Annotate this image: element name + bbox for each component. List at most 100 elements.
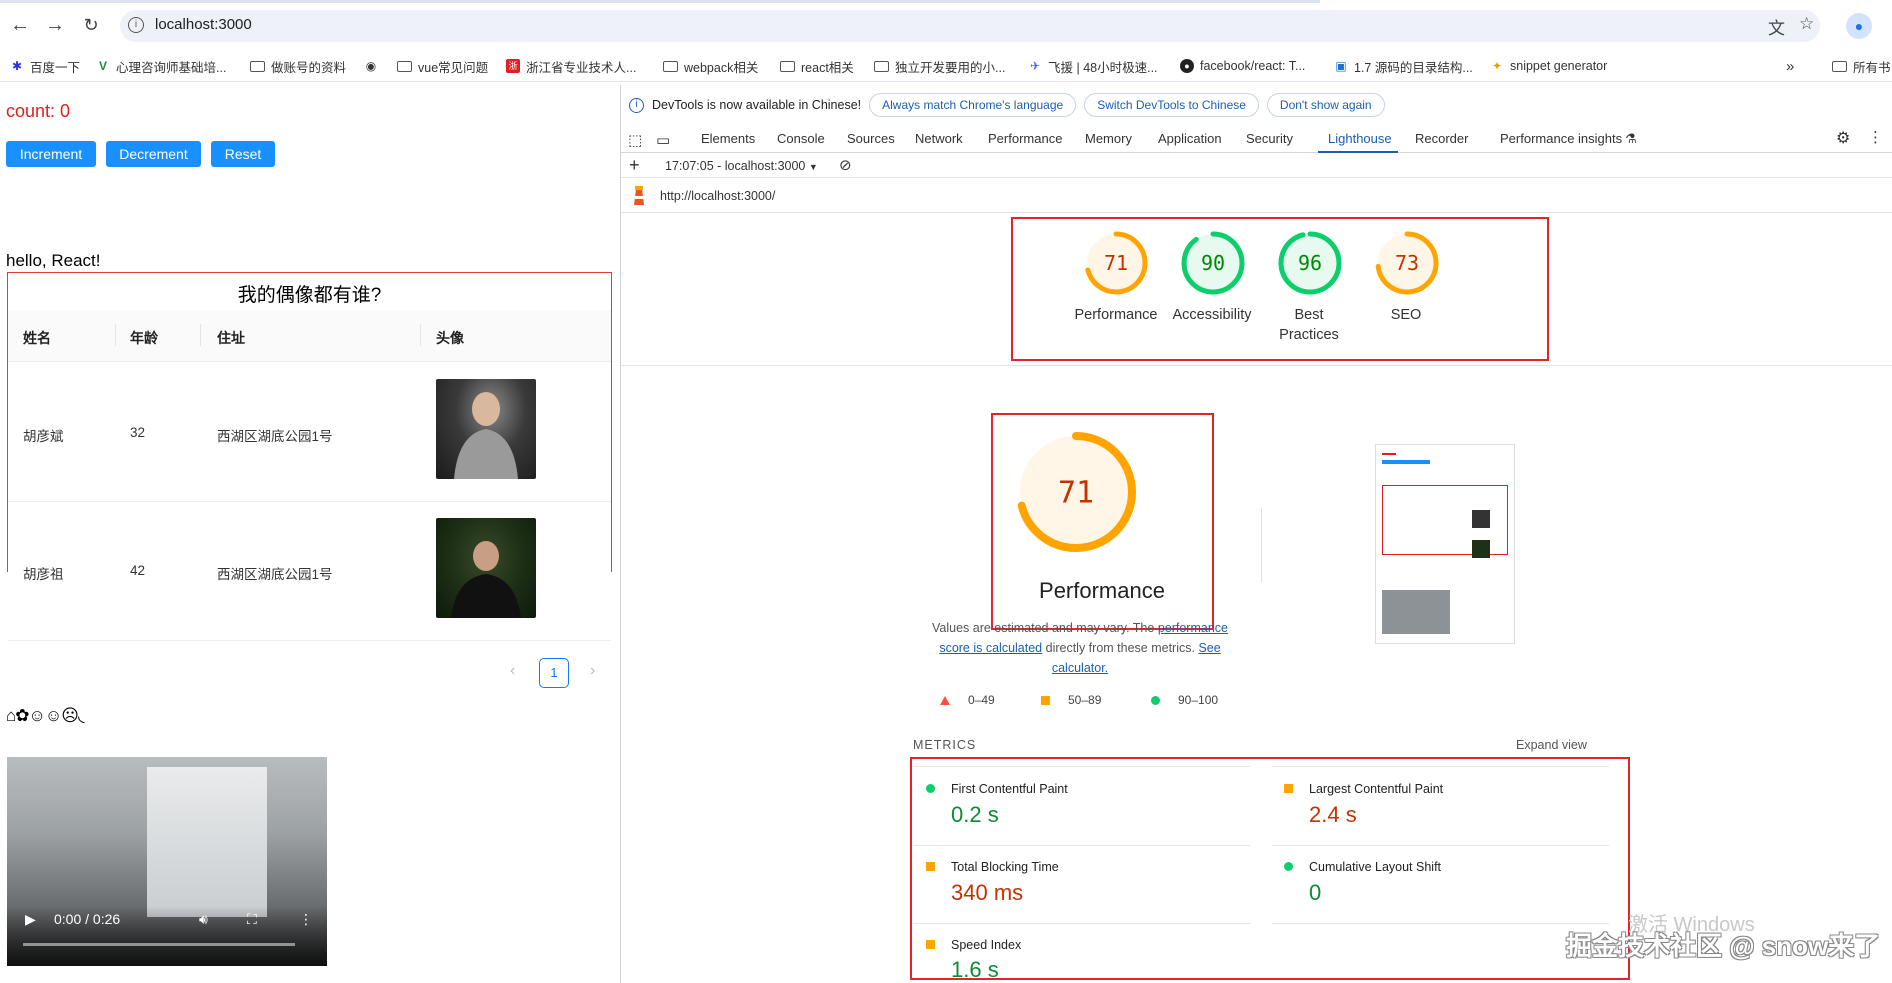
legend-pass: 90–100 xyxy=(1151,693,1218,707)
gauge-label-best-practices[interactable]: Best Practices xyxy=(1254,305,1364,345)
folder-icon xyxy=(250,60,265,72)
more-options-icon[interactable]: ⋮ xyxy=(299,911,313,928)
pager-next-icon[interactable]: › xyxy=(590,662,595,680)
bookmarks-more-icon[interactable]: » xyxy=(1786,56,1794,76)
legend-average: 50–89 xyxy=(1041,693,1101,707)
play-icon[interactable]: ▶ xyxy=(25,911,36,928)
folder-icon xyxy=(780,60,795,72)
settings-gear-icon[interactable]: ⚙ xyxy=(1836,128,1850,148)
video-progress-track[interactable] xyxy=(23,943,295,946)
dont-show-again-button[interactable]: Don't show again xyxy=(1266,93,1385,117)
bookmark-github-react[interactable]: ● facebook/react: T... xyxy=(1180,56,1305,76)
column-divider xyxy=(200,324,201,346)
gauge-score-2: 96 xyxy=(1298,251,1322,275)
tab-console[interactable]: Console xyxy=(777,131,825,146)
tab-sources[interactable]: Sources xyxy=(847,131,895,146)
new-report-plus-icon[interactable]: + xyxy=(629,155,640,176)
page-screenshot-thumbnail[interactable] xyxy=(1375,444,1515,644)
avatar-photo xyxy=(436,518,536,618)
column-header-age: 年龄 xyxy=(130,330,158,346)
gauge-score-main: 71 xyxy=(1058,476,1094,511)
status-good-icon xyxy=(926,784,935,793)
metric-value-si: 1.6 s xyxy=(951,957,999,979)
video-player[interactable]: ▶ 0:00 / 0:26 🔊︎ ⛶ ⋮ xyxy=(7,757,327,966)
notice-text: DevTools is now available in Chinese! xyxy=(652,98,862,112)
translate-icon[interactable]: 文 xyxy=(1768,14,1785,39)
pager-page-1[interactable]: 1 xyxy=(539,658,569,688)
active-tab-underline xyxy=(1318,151,1398,153)
column-divider xyxy=(115,324,116,346)
bookmark-snippet[interactable]: ✦ snippet generator xyxy=(1490,56,1607,76)
bookmark-baidu[interactable]: ✱ 百度一下 xyxy=(10,56,80,76)
bookmark-globe[interactable]: ◉ xyxy=(364,56,384,76)
forward-icon[interactable]: → xyxy=(42,12,68,38)
bookmark-all-folder[interactable]: 所有书 xyxy=(1832,56,1891,76)
bookmark-source-structure[interactable]: ▣ 1.7 源码的目录结构... xyxy=(1334,56,1472,76)
address-bar[interactable] xyxy=(120,10,1820,42)
metric-divider xyxy=(1272,923,1609,924)
cell-name: 胡彦祖 xyxy=(23,567,64,582)
gauge-score-3: 73 xyxy=(1395,251,1419,275)
tab-performance[interactable]: Performance xyxy=(988,131,1062,146)
tab-network[interactable]: Network xyxy=(915,131,963,146)
bookmark-xinli[interactable]: V 心理咨询师基础培... xyxy=(96,56,226,76)
report-select[interactable]: 17:07:05 - localhost:3000 ▼ xyxy=(665,159,818,173)
circle-icon xyxy=(1151,695,1160,705)
tab-memory[interactable]: Memory xyxy=(1085,131,1132,146)
tab-lighthouse[interactable]: Lighthouse xyxy=(1328,131,1392,146)
fullscreen-icon[interactable]: ⛶ xyxy=(247,911,257,928)
device-toolbar-icon[interactable]: ▭ xyxy=(656,131,670,149)
tab-application[interactable]: Application xyxy=(1158,131,1222,146)
performance-gauge: 71 xyxy=(1016,432,1136,552)
tab-elements[interactable]: Elements xyxy=(701,131,755,146)
bookmark-zhejiang[interactable]: 浙浙江省专业技术人... xyxy=(506,56,636,76)
back-icon[interactable]: ← xyxy=(7,12,33,38)
expand-view-toggle[interactable]: Expand view xyxy=(1516,738,1587,752)
gauge-label-seo[interactable]: SEO xyxy=(1351,305,1461,325)
metric-value-cls: 0 xyxy=(1309,880,1322,905)
decrement-button[interactable]: Decrement xyxy=(106,141,201,167)
folder-icon xyxy=(663,60,678,72)
cell-address: 西湖区湖底公园1号 xyxy=(217,567,333,582)
increment-button[interactable]: Increment xyxy=(6,141,96,167)
emoji-text: ⌂✿☺☺☹◟ xyxy=(6,706,85,725)
column-header-address: 住址 xyxy=(217,330,245,346)
gauge-label-accessibility[interactable]: Accessibility xyxy=(1157,305,1267,325)
gauge-label-performance[interactable]: Performance xyxy=(1061,305,1171,325)
switch-chinese-button[interactable]: Switch DevTools to Chinese xyxy=(1084,93,1259,117)
inspect-element-icon[interactable]: ⬚ xyxy=(628,131,642,149)
bookmark-folder-zhanghao[interactable]: 做账号的资料 xyxy=(250,56,346,76)
match-language-button[interactable]: Always match Chrome's language xyxy=(869,93,1077,117)
performance-title: Performance xyxy=(1039,578,1165,603)
tab-recorder[interactable]: Recorder xyxy=(1415,131,1468,146)
folder-icon xyxy=(874,60,889,72)
video-frame-window xyxy=(147,767,267,917)
info-icon: i xyxy=(629,97,644,113)
bilibili-tv-icon: ▣ xyxy=(1335,59,1347,73)
clear-reports-icon[interactable]: ⊘ xyxy=(839,156,852,174)
bookmark-star-icon[interactable]: ☆ xyxy=(1799,14,1814,34)
values-explanation: Values are estimated and may vary. The p… xyxy=(932,621,1228,675)
bookmark-folder-react[interactable]: react相关 xyxy=(780,56,854,76)
site-info-icon[interactable]: i xyxy=(128,17,144,33)
pager-prev-icon[interactable]: ‹ xyxy=(510,662,515,680)
square-icon xyxy=(1041,695,1050,705)
tab-security[interactable]: Security xyxy=(1246,131,1293,146)
volume-icon[interactable]: 🔊︎ xyxy=(199,911,208,928)
metric-divider xyxy=(913,766,1250,767)
metric-value-fcp: 0.2 s xyxy=(951,802,999,827)
tab-performance-insights[interactable]: Performance insights xyxy=(1500,131,1622,146)
gauge-score-1: 90 xyxy=(1201,251,1225,275)
snippet-icon: ✦ xyxy=(1491,59,1503,73)
reset-button[interactable]: Reset xyxy=(211,141,275,167)
profile-avatar-icon[interactable]: ● xyxy=(1846,13,1872,39)
bookmark-folder-webpack[interactable]: webpack相关 xyxy=(663,56,758,76)
bookmark-folder-indie[interactable]: 独立开发要用的小... xyxy=(874,56,1005,76)
bookmark-folder-vue[interactable]: vue常见问题 xyxy=(397,56,488,76)
reload-icon[interactable]: ↻ xyxy=(78,12,104,38)
devtools-menu-icon[interactable]: ⋮ xyxy=(1868,128,1883,146)
table-header xyxy=(8,310,611,362)
metric-divider xyxy=(913,845,1250,846)
bookmark-feiyuan[interactable]: ✈ 飞援 | 48小时极速... xyxy=(1028,56,1158,76)
red-logo-icon: 浙 xyxy=(506,59,520,73)
